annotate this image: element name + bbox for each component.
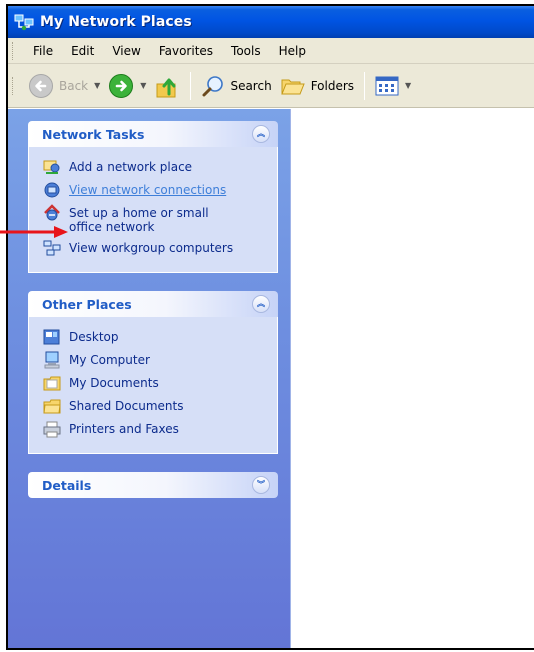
place-desktop[interactable]: Desktop	[43, 328, 267, 346]
menu-edit[interactable]: Edit	[62, 44, 103, 58]
other-places-title: Other Places	[42, 296, 132, 312]
toolbar-separator	[364, 71, 366, 100]
folders-label: Folders	[310, 78, 355, 93]
details-header[interactable]: Details ︾	[28, 472, 278, 498]
task-view-workgroup-computers[interactable]: View workgroup computers	[43, 239, 267, 257]
shared-documents-icon	[43, 399, 61, 414]
task-label: View network connections	[69, 183, 227, 197]
up-folder-icon	[156, 78, 176, 97]
task-view-network-connections[interactable]: View network connections	[43, 181, 267, 199]
search-icon	[202, 75, 224, 96]
task-pane: Network Tasks ︽ Add a network place View…	[8, 109, 290, 648]
folders-button[interactable]: Folders	[276, 70, 358, 102]
menu-file[interactable]: File	[24, 44, 62, 58]
file-list-area[interactable]	[290, 109, 534, 648]
place-my-computer[interactable]: My Computer	[43, 351, 267, 369]
network-connections-icon	[44, 182, 60, 198]
menu-favorites[interactable]: Favorites	[150, 44, 222, 58]
task-setup-home-network[interactable]: Set up a home or small office network	[43, 204, 267, 234]
network-tasks-title: Network Tasks	[42, 126, 145, 142]
place-shared-documents[interactable]: Shared Documents	[43, 397, 267, 415]
search-button[interactable]: Search	[197, 70, 275, 102]
place-printers-faxes[interactable]: Printers and Faxes	[43, 420, 267, 438]
place-my-documents[interactable]: My Documents	[43, 374, 267, 392]
menu-help[interactable]: Help	[270, 44, 315, 58]
task-label: Set up a home or small office network	[69, 206, 209, 234]
views-button[interactable]: ▼	[371, 70, 415, 102]
my-documents-icon	[43, 376, 61, 391]
back-dropdown-icon[interactable]: ▼	[94, 81, 100, 90]
task-label: My Computer	[69, 353, 150, 367]
other-places-header[interactable]: Other Places ︽	[28, 291, 278, 317]
my-computer-icon	[44, 351, 60, 369]
collapse-chevron-icon[interactable]: ︽	[252, 125, 270, 143]
details-panel: Details ︾	[28, 472, 278, 498]
other-places-body: Desktop My Computer My Documents Shared …	[28, 317, 278, 454]
views-icon	[375, 76, 399, 95]
task-label: Shared Documents	[69, 399, 184, 413]
forward-arrow-icon	[109, 73, 134, 98]
folders-icon	[280, 79, 305, 94]
content-area: Network Tasks ︽ Add a network place View…	[8, 109, 534, 648]
task-label: Desktop	[69, 330, 119, 344]
printers-faxes-icon	[43, 421, 61, 438]
explorer-window: My Network Places File Edit View Favorit…	[6, 4, 534, 650]
up-button[interactable]	[150, 70, 184, 102]
window-title: My Network Places	[40, 14, 192, 30]
task-label: My Documents	[69, 376, 159, 390]
menu-grip[interactable]	[12, 41, 16, 60]
title-bar[interactable]: My Network Places	[8, 6, 534, 38]
back-arrow-icon	[29, 73, 53, 98]
workgroup-computers-icon	[43, 240, 61, 256]
menu-tools[interactable]: Tools	[222, 44, 270, 58]
task-label: Printers and Faxes	[69, 422, 179, 436]
network-tasks-panel: Network Tasks ︽ Add a network place View…	[28, 121, 278, 273]
other-places-panel: Other Places ︽ Desktop My Computer My Do…	[28, 291, 278, 454]
details-title: Details	[42, 477, 92, 493]
back-label: Back	[59, 78, 89, 93]
collapse-chevron-icon[interactable]: ︽	[252, 295, 270, 313]
search-label: Search	[230, 78, 272, 93]
menu-view[interactable]: View	[103, 44, 149, 58]
expand-chevron-icon[interactable]: ︾	[252, 476, 270, 494]
toolbar-separator	[190, 71, 192, 100]
add-network-place-icon	[43, 160, 60, 174]
back-button[interactable]: Back ▼	[24, 70, 104, 102]
toolbar-grip[interactable]	[12, 76, 16, 95]
desktop-icon	[43, 329, 60, 345]
network-tasks-header[interactable]: Network Tasks ︽	[28, 121, 278, 147]
toolbar: Back ▼ ▼ Search Folders ▼	[8, 64, 534, 108]
task-label: View workgroup computers	[69, 241, 234, 255]
task-add-network-place[interactable]: Add a network place	[43, 158, 267, 176]
network-tasks-body: Add a network place View network connect…	[28, 147, 278, 273]
menu-bar: File Edit View Favorites Tools Help	[8, 38, 534, 64]
network-places-icon	[14, 14, 34, 31]
forward-dropdown-icon[interactable]: ▼	[140, 81, 146, 90]
task-label: Add a network place	[69, 160, 193, 174]
annotation-arrow	[0, 226, 68, 238]
forward-button[interactable]: ▼	[104, 70, 150, 102]
home-network-setup-icon	[44, 204, 60, 221]
views-dropdown-icon[interactable]: ▼	[405, 81, 411, 90]
